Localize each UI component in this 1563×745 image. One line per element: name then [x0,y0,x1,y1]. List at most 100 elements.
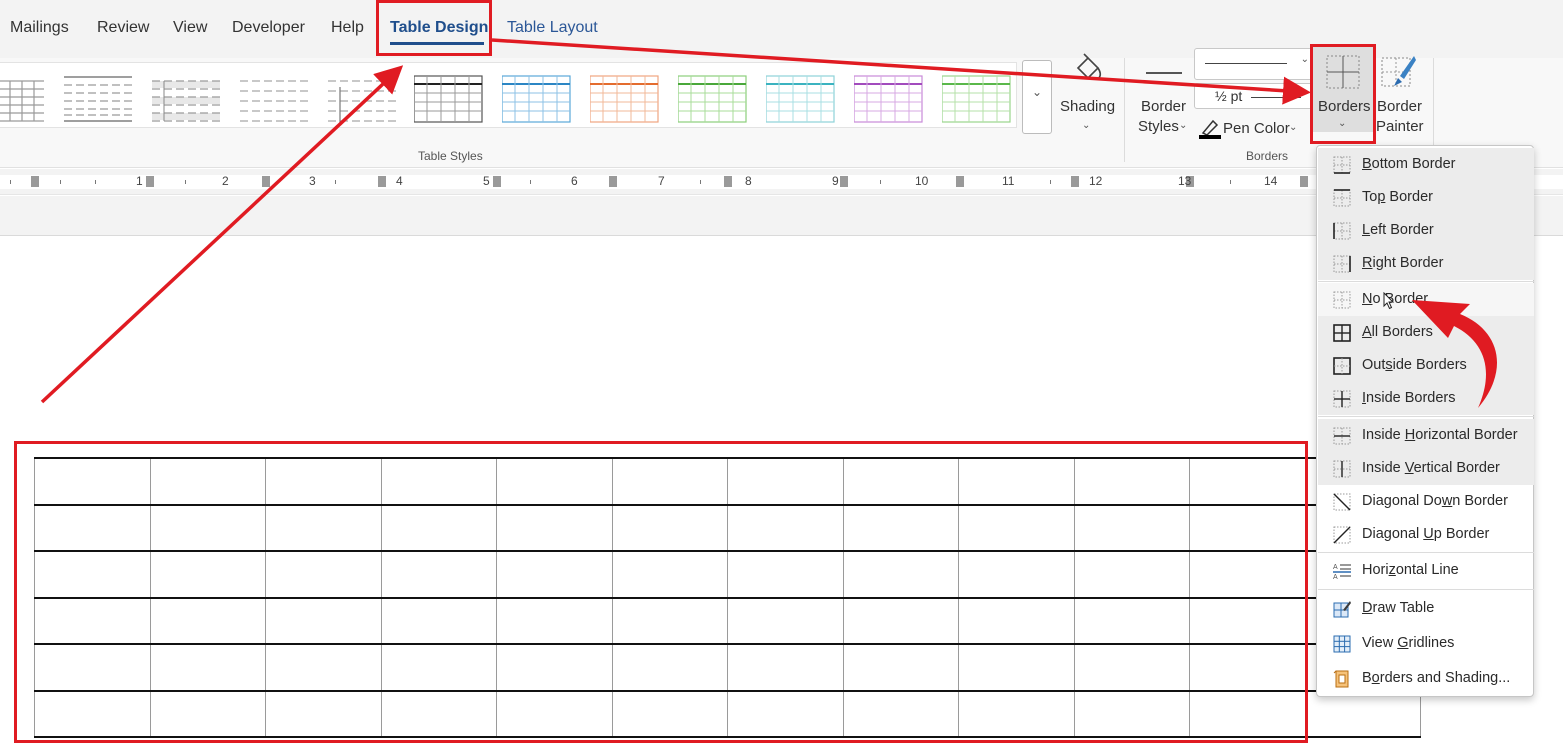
table-style-thumb[interactable] [854,75,924,123]
table-style-thumb[interactable] [502,75,572,123]
ruler-tick [95,180,96,184]
no-border-icon [1333,291,1351,309]
table-style-thumb[interactable] [0,75,68,123]
menu-item-top-border[interactable]: Top Border [1318,181,1534,214]
table-style-thumb[interactable] [766,75,836,123]
menu-item-all-borders[interactable]: All Borders [1318,316,1534,349]
menu-item-diagonal-down-border[interactable]: Diagonal Down Border [1318,485,1534,518]
column-marker[interactable] [1071,176,1079,187]
ruler-tick [335,180,336,184]
pen-color-button[interactable]: Pen Color [1223,120,1290,137]
tab-mailings[interactable]: Mailings [10,19,69,37]
menu-item-label: Right Border [1362,255,1444,271]
table-style-thumb[interactable] [942,75,1012,123]
menu-separator [1318,552,1534,553]
pen-weight-value: ½ pt [1215,88,1243,104]
table-style-thumb[interactable] [678,75,748,123]
view-gridlines-icon [1333,635,1351,653]
border-styles-label-line1[interactable]: Border [1141,98,1186,115]
menu-item-inside-horizontal-border[interactable]: Inside Horizontal Border [1318,419,1534,452]
chevron-down-icon[interactable]: ⌄ [1082,120,1090,131]
tab-view[interactable]: View [173,19,207,37]
column-marker[interactable] [31,176,39,187]
table-style-thumb[interactable] [152,75,222,123]
pen-weight-dropdown[interactable]: ½ pt [1194,83,1314,109]
menu-item-outside-borders[interactable]: Outside Borders [1318,349,1534,382]
horizontal-line-icon: AA [1333,564,1351,580]
menu-separator [1318,589,1534,590]
ruler-number: 6 [571,174,578,188]
highlight-box-table-design [376,0,492,56]
menu-item-label: Inside Horizontal Border [1362,427,1518,443]
tab-developer[interactable]: Developer [232,19,305,37]
tab-review[interactable]: Review [97,19,149,37]
menu-item-horizontal-line[interactable]: AA Horizontal Line [1318,554,1534,587]
menu-item-borders-and-shading[interactable]: Borders and Shading... [1318,662,1534,695]
table-styles-gallery [0,62,1017,128]
menu-separator [1318,416,1534,417]
inside-borders-icon [1333,390,1351,408]
menu-item-label: View Gridlines [1362,635,1455,651]
line-style-dropdown[interactable]: ⌄ [1194,48,1314,80]
column-marker[interactable] [609,176,617,187]
column-marker[interactable] [146,176,154,187]
table-style-thumb[interactable] [414,75,484,123]
menu-item-right-border[interactable]: Right Border [1318,247,1534,280]
menu-item-label: Inside Borders [1362,390,1456,406]
table-cell[interactable] [1304,689,1421,738]
borders-group-label: Borders [1246,149,1289,163]
ruler-number: 14 [1264,174,1278,188]
ruler-tick [700,180,701,184]
ruler-number: 3 [309,174,316,188]
gallery-more-button[interactable]: ⌄ [1022,60,1052,134]
column-marker[interactable] [493,176,501,187]
chevron-down-icon: ⌄ [1289,122,1298,133]
highlight-box-borders-button [1310,44,1376,144]
menu-item-label: Diagonal Up Border [1362,526,1490,542]
table-style-thumb[interactable] [64,75,134,123]
column-marker[interactable] [840,176,848,187]
bottom-border-icon [1333,156,1351,174]
ruler-number: 11 [1002,174,1015,188]
ruler-number: 13 [1178,174,1192,188]
top-border-icon [1333,189,1351,207]
shading-bucket-icon [1076,53,1102,80]
table-style-thumb[interactable] [328,75,398,123]
border-painter-label-line2[interactable]: Painter [1376,118,1424,135]
ruler-number: 12 [1089,174,1103,188]
tab-table-layout[interactable]: Table Layout [507,19,598,37]
menu-item-view-gridlines[interactable]: View Gridlines [1318,627,1534,660]
inside-vertical-border-icon [1333,460,1351,478]
menu-item-inside-borders[interactable]: Inside Borders [1318,382,1534,415]
menu-item-left-border[interactable]: Left Border [1318,214,1534,247]
border-painter-label-line1[interactable]: Border [1377,98,1422,115]
menu-item-draw-table[interactable]: Draw Table [1318,592,1534,625]
menu-item-label: No Border [1362,291,1429,307]
mouse-pointer-icon [1383,292,1395,310]
column-marker[interactable] [378,176,386,187]
column-marker[interactable] [1300,176,1308,187]
menu-item-label: Draw Table [1362,600,1435,616]
menu-item-label: Left Border [1362,222,1434,238]
tab-help[interactable]: Help [331,19,364,37]
menu-separator [1318,281,1534,282]
table-style-thumb[interactable] [240,75,310,123]
menu-item-bottom-border[interactable]: Bottom Border [1318,148,1534,181]
shading-button[interactable]: Shading [1060,98,1115,115]
border-styles-label-line2[interactable]: Styles [1138,118,1179,135]
table-style-thumb[interactable] [590,75,660,123]
menu-item-inside-vertical-border[interactable]: Inside Vertical Border [1318,452,1534,485]
ruler-tick [530,180,531,184]
ruler-tick [1050,180,1051,184]
menu-item-no-border[interactable]: No Border [1318,283,1534,316]
column-marker[interactable] [724,176,732,187]
menu-item-diagonal-up-border[interactable]: Diagonal Up Border [1318,518,1534,551]
svg-text:A: A [1333,574,1338,580]
ruler-number: 5 [483,174,490,188]
diagonal-down-border-icon [1333,493,1351,511]
column-marker[interactable] [262,176,270,187]
line-style-sample [1205,63,1287,64]
menu-item-label: Outside Borders [1362,357,1467,373]
right-border-icon [1333,255,1351,273]
column-marker[interactable] [956,176,964,187]
